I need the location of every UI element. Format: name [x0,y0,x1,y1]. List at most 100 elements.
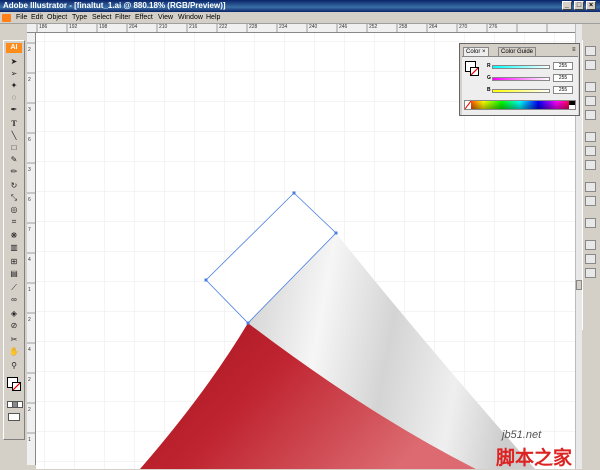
dock-brushes-icon[interactable] [585,96,596,106]
gradient-tool-icon[interactable]: ▤ [7,269,21,278]
red-value-field[interactable]: 255 [553,62,573,70]
dock-swatches-icon[interactable] [585,82,596,92]
toolbox: AI ➤ ➢ ✦ ◌ ✒ T ╲ □ ✎ ✏ ↻ ⤡ ◎ ⌗ ❋ ▥ ⊞ ▤ ⟋… [3,40,25,440]
rotate-tool-icon[interactable]: ↻ [7,181,21,190]
color-mode-icon[interactable] [7,401,23,408]
ruler-h-label: 276 [489,24,498,30]
ruler-h-label: 264 [429,24,438,30]
blue-value-field[interactable]: 255 [553,86,573,94]
app-icon [2,14,11,22]
menu-help[interactable]: Help [206,13,220,23]
green-value-field[interactable]: 255 [553,74,573,82]
maximize-button[interactable]: □ [574,1,584,10]
direct-selection-tool-icon[interactable]: ➢ [7,69,21,78]
tab-color-label: Color [466,49,481,55]
scale-tool-icon[interactable]: ⤡ [7,193,21,202]
ruler-v-label: 6 [28,137,31,143]
ruler-h-label: 228 [249,24,258,30]
graph-tool-icon[interactable]: ▥ [7,243,21,252]
dock-appearance-icon[interactable] [585,182,596,192]
menu-window[interactable]: Window [178,13,203,23]
dock-symbols-icon[interactable] [585,110,596,120]
warp-tool-icon[interactable]: ◎ [7,205,21,214]
white-swatch[interactable] [569,105,575,109]
blue-label: B [487,87,491,93]
close-button[interactable]: × [586,1,596,10]
ruler-h-label: 234 [279,24,288,30]
panel-menu-icon[interactable]: ≡ [572,47,576,53]
ruler-h-label: 258 [399,24,408,30]
eyedropper-tool-icon[interactable]: ⟋ [7,283,21,292]
symbol-sprayer-tool-icon[interactable]: ❋ [7,231,21,240]
ruler-v-label: 6 [28,197,31,203]
menu-filter[interactable]: Filter [115,13,131,23]
ruler-v-label: 4 [28,347,31,353]
menu-object[interactable]: Object [47,13,67,23]
ruler-v-label: 2 [28,47,31,53]
ruler-h-label: 246 [339,24,348,30]
green-track[interactable] [492,77,550,81]
color-spectrum[interactable] [464,100,576,110]
dock-transform-icon[interactable] [585,268,596,278]
ruler-v-label: 2 [28,317,31,323]
ruler-v-label: 2 [28,77,31,83]
pen-tool-icon[interactable]: ✒ [7,105,21,114]
rectangle-tool-icon[interactable]: □ [7,143,21,152]
dock-layers-icon[interactable] [585,218,596,228]
illustrator-logo: AI [6,43,22,53]
live-paint-tool-icon[interactable]: ◈ [7,309,21,318]
blend-tool-icon[interactable]: ∞ [7,295,21,304]
watermark: jb51.net 脚本之家 [494,425,600,469]
ruler-h-label: 240 [309,24,318,30]
color-panel: Color × Color Guide ≡ R 255 G 255 B 255 [459,43,580,116]
hand-tool-icon[interactable]: ✋ [7,347,21,356]
dock-align-icon[interactable] [585,240,596,250]
menu-type[interactable]: Type [72,13,87,23]
ruler-v-label: 2 [28,377,31,383]
lasso-tool-icon[interactable]: ◌ [7,93,21,102]
minimize-button[interactable]: _ [562,1,572,10]
fill-stroke-icon[interactable] [7,377,21,391]
ruler-v-label: 2 [28,407,31,413]
ruler-h-label: 222 [219,24,228,30]
zoom-tool-icon[interactable]: ⚲ [7,361,21,370]
menu-select[interactable]: Select [92,13,111,23]
dock-graphic-styles-icon[interactable] [585,196,596,206]
title-bar: Adobe Illustrator - [finaltut_1.ai @ 880… [0,0,600,12]
none-swatch[interactable] [465,101,471,109]
ruler-h-label: 252 [369,24,378,30]
selection-tool-icon[interactable]: ➤ [7,57,21,66]
panel-dock [582,40,598,330]
pencil-tool-icon[interactable]: ✏ [7,167,21,176]
slice-tool-icon[interactable]: ⊘ [7,321,21,330]
menu-effect[interactable]: Effect [135,13,153,23]
ruler-v-label: 1 [28,287,31,293]
type-tool-icon[interactable]: T [7,119,21,128]
ruler-h-label: 216 [189,24,198,30]
menu-view[interactable]: View [158,13,173,23]
mesh-tool-icon[interactable]: ⊞ [7,257,21,266]
scissors-tool-icon[interactable]: ✂ [7,335,21,344]
blue-track[interactable] [492,89,550,93]
ruler-h-label: 210 [159,24,168,30]
screen-mode-icon[interactable] [8,413,20,421]
dock-transparency-icon[interactable] [585,160,596,170]
magic-wand-tool-icon[interactable]: ✦ [7,81,21,90]
dock-gradient-icon[interactable] [585,146,596,156]
stroke-swatch[interactable] [470,67,479,76]
dock-pathfinder-icon[interactable] [585,254,596,264]
menu-file[interactable]: File [16,13,27,23]
watermark-cn: 脚本之家 [496,447,573,469]
tab-color-guide[interactable]: Color Guide [498,47,537,56]
line-tool-icon[interactable]: ╲ [7,131,21,140]
tab-color-guide-label: Color Guide [501,49,534,55]
red-track[interactable] [492,65,550,69]
dock-color-icon[interactable] [585,46,596,56]
menu-bar: File Edit Object Type Select Filter Effe… [0,12,600,24]
dock-color-guide-icon[interactable] [585,60,596,70]
dock-stroke-icon[interactable] [585,132,596,142]
free-transform-tool-icon[interactable]: ⌗ [7,217,21,226]
paintbrush-tool-icon[interactable]: ✎ [7,155,21,164]
tab-color[interactable]: Color × [463,47,489,56]
menu-edit[interactable]: Edit [31,13,43,23]
